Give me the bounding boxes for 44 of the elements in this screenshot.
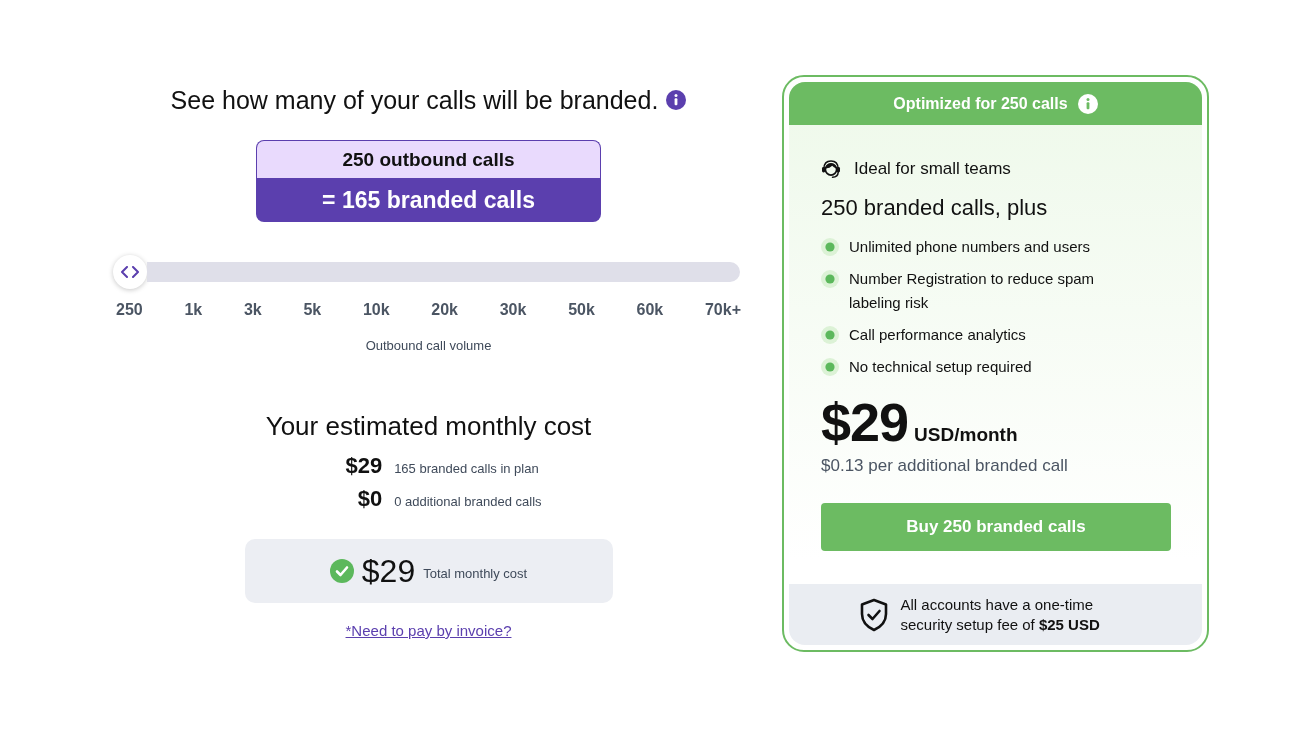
shield-check-icon (858, 597, 889, 632)
total-amount: $29 (361, 552, 416, 591)
bullet-dot-icon (821, 358, 839, 376)
section-title: See how many of your calls will be branded. (170, 85, 659, 115)
tick-label: 10k (362, 300, 390, 320)
info-icon[interactable] (666, 90, 687, 110)
price-amount: $0 (356, 485, 383, 513)
tick-label: 1k (184, 300, 203, 320)
tick-label: 60k (636, 300, 664, 320)
audience-label: Ideal for small teams (854, 159, 1011, 179)
tick-label: 20k (431, 300, 458, 320)
outbound-calls-banner: 250 outbound calls (256, 140, 601, 178)
bullet-dot-icon (821, 326, 839, 344)
axis-caption: Outbound call volume (365, 338, 492, 354)
headset-icon (821, 159, 841, 179)
tick-label: 50k (568, 300, 595, 320)
branded-calls-banner: = 165 branded calls (256, 178, 601, 222)
tick-label: 5k (303, 300, 322, 320)
invoice-link[interactable]: *Need to pay by invoice? (345, 621, 512, 641)
check-circle-icon (329, 559, 354, 583)
tick-label: 70k+ (704, 300, 741, 320)
tick-label: 30k (499, 300, 527, 320)
price-description: 0 additional branded calls (394, 493, 542, 511)
plan-price: $29 (821, 397, 909, 447)
bullet-dot-icon (821, 270, 839, 288)
price-amount: $29 (345, 452, 383, 480)
chevrons-icon (121, 266, 139, 278)
bullet-dot-icon (821, 238, 839, 256)
feature-text: Unlimited phone numbers and users (849, 237, 1090, 257)
total-description: Total monthly cost (423, 564, 528, 581)
plan-badge-text: Optimized for 250 calls (893, 94, 1068, 113)
tick-label: 250 (116, 300, 143, 320)
tick-label: 3k (243, 300, 262, 320)
slider-track[interactable] (147, 262, 740, 282)
plan-headline: 250 branded calls, plus (821, 194, 1048, 222)
setup-fee-note: All accounts have a one-time security setup fee of $25 USD (900, 594, 1101, 635)
feature-text: Call performance analytics (849, 325, 1026, 345)
feature-text: No technical setup required (849, 357, 1032, 377)
overage-price: $0.13 per additional branded call (821, 455, 1068, 477)
cost-heading: Your estimated monthly cost (265, 410, 592, 442)
price-period: USD/month (914, 424, 1018, 446)
feature-text: Number Registration to reduce spam labeling risk (849, 269, 1096, 313)
price-description: 165 branded calls in plan (394, 460, 540, 478)
slider-thumb[interactable] (113, 255, 147, 289)
